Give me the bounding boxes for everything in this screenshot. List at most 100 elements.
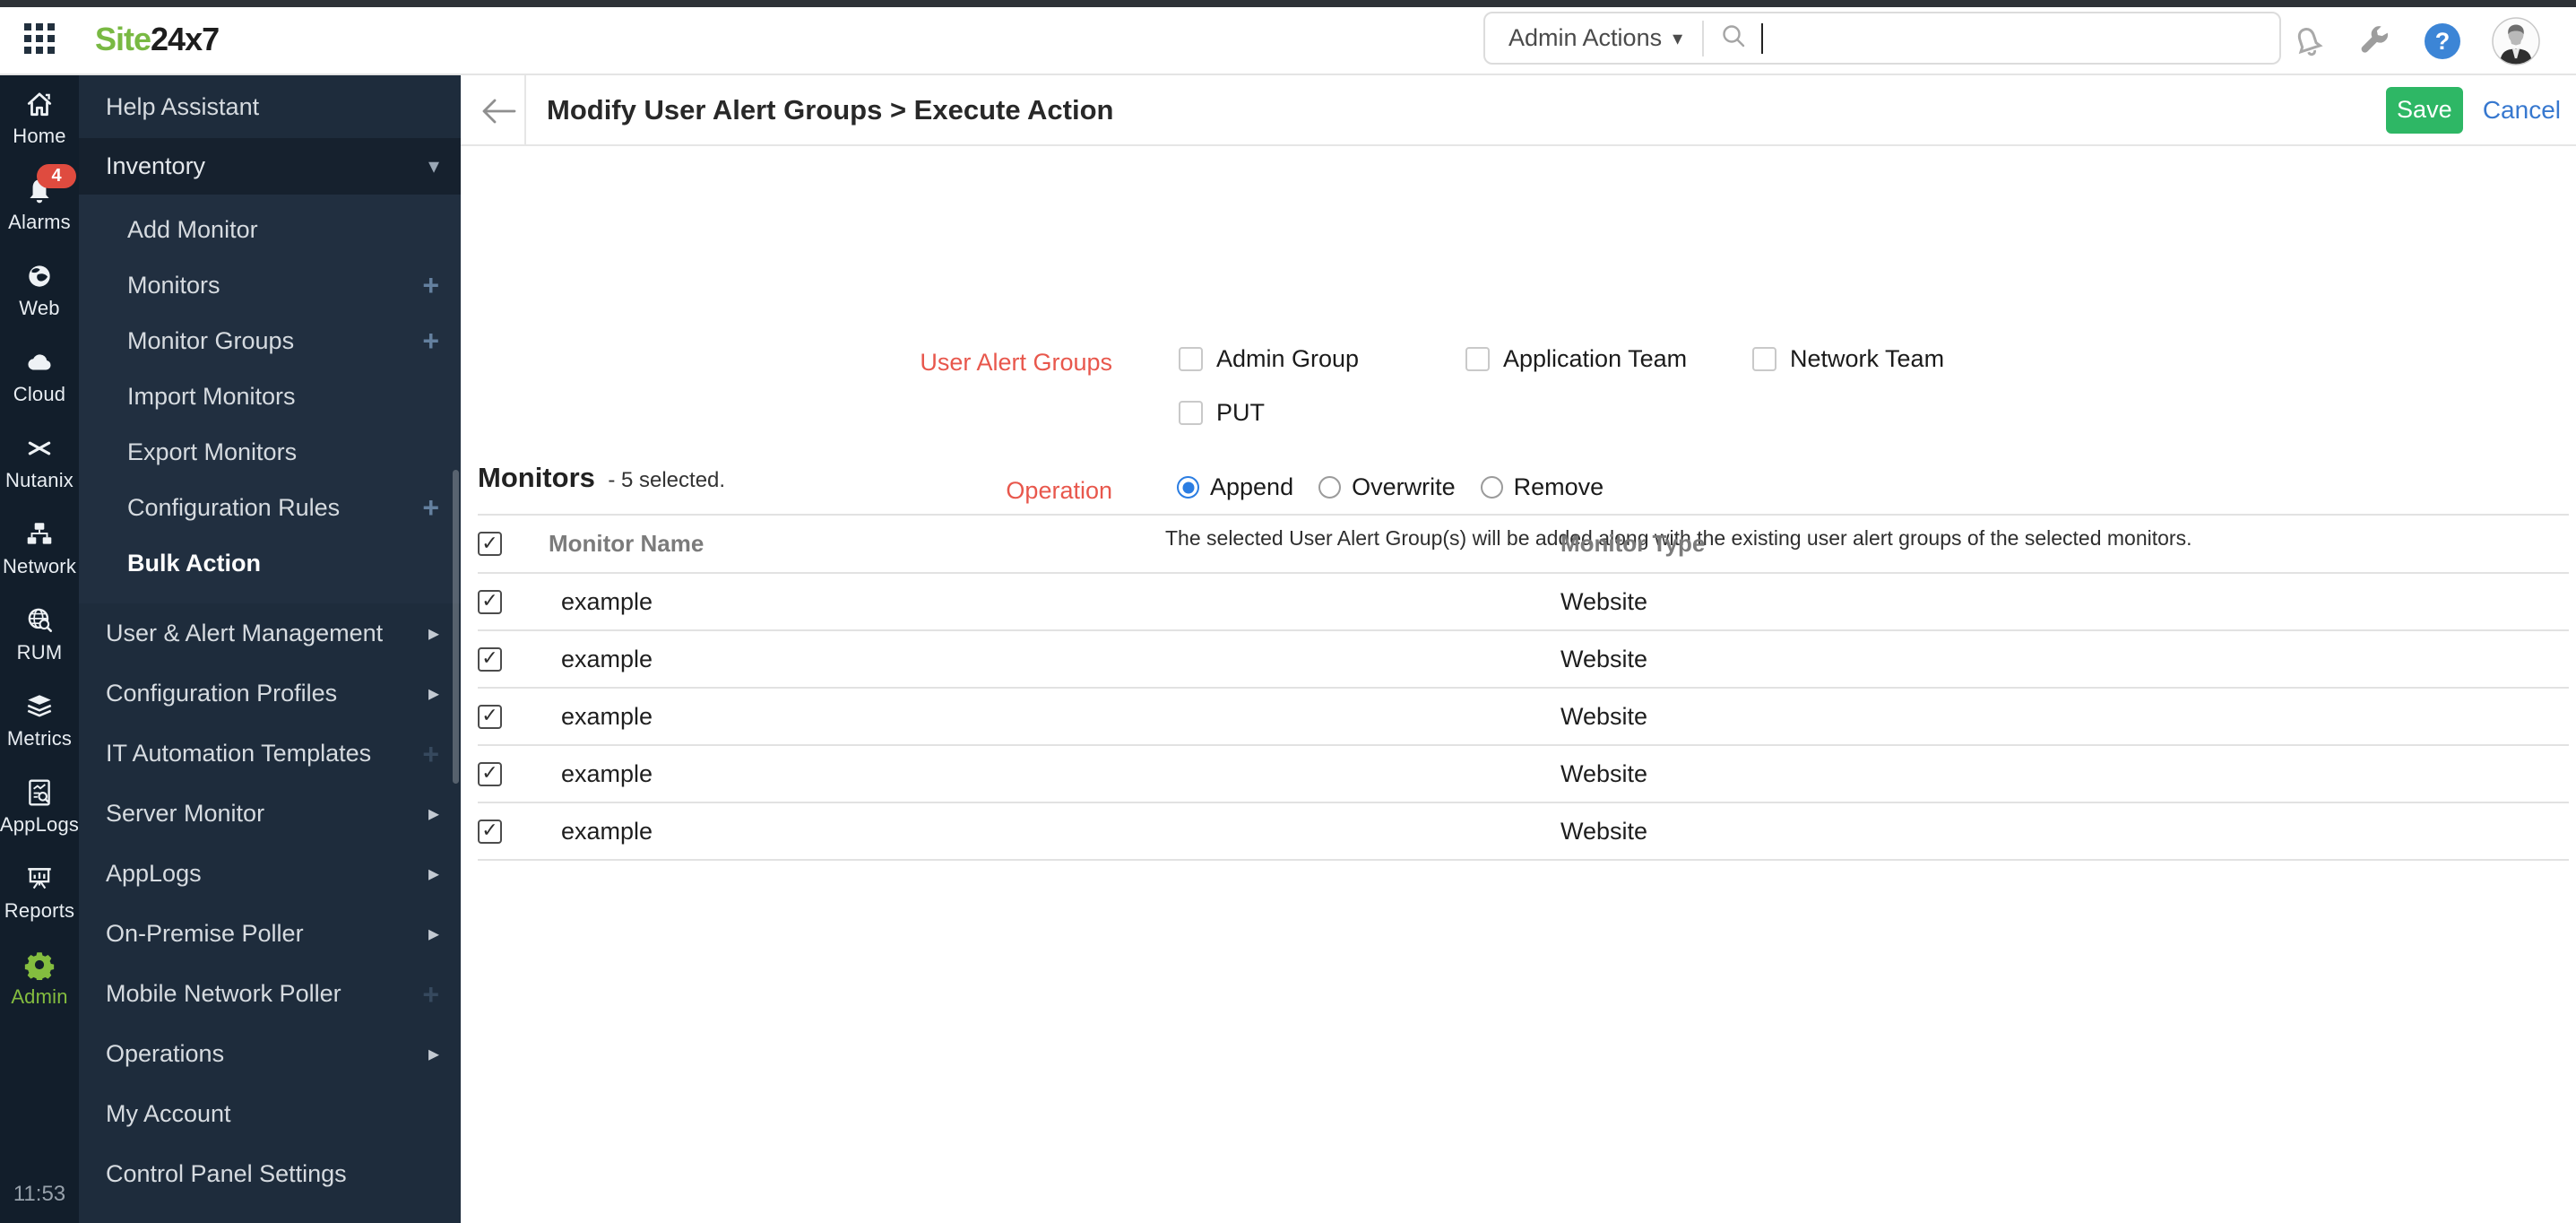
rail-item-applogs[interactable]: AppLogs <box>0 764 79 850</box>
rail-item-web[interactable]: Web <box>0 247 79 334</box>
check-icon: ✓ <box>481 531 498 554</box>
group-option-network-team[interactable]: ✓ Network Team <box>1752 345 1944 373</box>
sidebar-item-server-monitor[interactable]: Server Monitor ▸ <box>79 784 461 844</box>
sidebar-item-export-monitors[interactable]: Export Monitors <box>79 424 461 480</box>
rail-item-cloud[interactable]: Cloud <box>0 334 79 420</box>
table-row: ✓ example Website <box>478 746 2569 803</box>
sidebar-item-control-panel-settings[interactable]: Control Panel Settings <box>79 1144 461 1204</box>
admin-actions-dropdown[interactable]: Admin Actions ▾ <box>1485 24 1682 52</box>
sidebar-item-import-monitors[interactable]: Import Monitors <box>79 369 461 424</box>
sidebar-item-label: Monitors <box>127 271 220 299</box>
group-option-put[interactable]: ✓ PUT <box>1179 399 1265 427</box>
check-icon: ✓ <box>481 646 498 669</box>
operation-option-append[interactable]: Append <box>1177 473 1293 501</box>
chevron-right-icon: ▸ <box>428 1042 439 1066</box>
caret-down-icon: ▾ <box>428 154 439 178</box>
header-checkbox-cell: ✓ <box>478 532 549 556</box>
radio-overwrite[interactable] <box>1318 476 1342 499</box>
cancel-button[interactable]: Cancel <box>2483 96 2561 125</box>
app-grid-icon[interactable] <box>24 23 55 54</box>
rail-label: Web <box>19 297 60 319</box>
radio-append[interactable] <box>1177 476 1199 499</box>
user-alert-groups-options-row1: ✓ Admin Group ✓ Application Team ✓ Netwo… <box>1179 345 1944 373</box>
sidebar-item-on-premise-poller[interactable]: On-Premise Poller ▸ <box>79 904 461 964</box>
notifications-bell-icon[interactable] <box>2290 23 2326 59</box>
global-search-input[interactable] <box>1768 20 2279 56</box>
bulk-action-form: User Alert Groups ✓ Admin Group ✓ Applic… <box>461 146 2576 1221</box>
group-option-label: Admin Group <box>1216 345 1360 372</box>
sidebar-item-my-account[interactable]: My Account <box>79 1084 461 1144</box>
sidebar-item-it-automation-templates[interactable]: IT Automation Templates + <box>79 724 461 784</box>
site24x7-logo[interactable]: Site24x7 <box>95 21 220 58</box>
monitor-name-cell: example <box>561 702 653 730</box>
sidebar-item-inventory[interactable]: Inventory ▾ <box>79 138 461 195</box>
operation-option-label: Append <box>1210 473 1294 500</box>
checkbox-put[interactable]: ✓ <box>1179 401 1203 425</box>
sidebar-item-monitors[interactable]: Monitors + <box>79 257 461 313</box>
sidebar-item-mobile-network-poller[interactable]: Mobile Network Poller + <box>79 964 461 1024</box>
sidebar-item-subscriptions[interactable]: Subscriptions <box>79 1204 461 1223</box>
admin-actions-label: Admin Actions <box>1508 24 1663 51</box>
row-checkbox[interactable]: ✓ <box>478 704 502 729</box>
monitor-type-cell: Website <box>1560 587 1648 615</box>
row-checkbox[interactable]: ✓ <box>478 646 502 672</box>
topbar-icons: ? <box>2290 7 2540 75</box>
group-option-application-team[interactable]: ✓ Application Team <box>1465 345 1752 373</box>
rail-label: Home <box>13 125 66 147</box>
rail-item-alarms[interactable]: 4 Alarms <box>0 161 79 247</box>
plus-icon[interactable]: + <box>422 326 439 355</box>
sidebar-item-monitor-groups[interactable]: Monitor Groups + <box>79 313 461 369</box>
checkbox-network-team[interactable]: ✓ <box>1752 347 1776 371</box>
monitor-type-cell: Website <box>1560 817 1648 845</box>
sidebar-item-help-assistant[interactable]: Help Assistant <box>79 75 461 138</box>
monitor-name-cell: example <box>561 645 653 672</box>
user-avatar[interactable] <box>2492 17 2540 65</box>
rail-label: AppLogs <box>0 813 80 836</box>
rail-item-network[interactable]: Network <box>0 506 79 592</box>
operation-option-overwrite[interactable]: Overwrite <box>1318 473 1456 501</box>
plus-icon[interactable]: + <box>422 740 439 768</box>
plus-icon[interactable]: + <box>422 493 439 522</box>
logo-text-green: Site <box>95 21 151 57</box>
sidebar-scrollbar-thumb[interactable] <box>453 470 459 784</box>
rail-item-home[interactable]: Home <box>0 75 79 161</box>
plus-icon[interactable]: + <box>422 271 439 299</box>
help-icon[interactable]: ? <box>2425 23 2460 59</box>
sidebar-item-user-alert-management[interactable]: User & Alert Management ▸ <box>79 603 461 664</box>
rum-globe-search-icon <box>28 608 53 632</box>
topbar: Site24x7 Admin Actions ▾ ? <box>0 7 2576 75</box>
header-actions: Save Cancel <box>2385 75 2561 144</box>
checkbox-admin-group[interactable]: ✓ <box>1179 347 1203 371</box>
row-checkbox[interactable]: ✓ <box>478 761 502 786</box>
page-header: Modify User Alert Groups > Execute Actio… <box>461 75 2576 146</box>
network-topology-icon <box>27 523 52 544</box>
rail-label: Network <box>2 555 77 577</box>
rail-item-admin[interactable]: Admin <box>0 936 79 1022</box>
rail-label: Admin <box>11 985 68 1008</box>
group-option-admin-group[interactable]: ✓ Admin Group <box>1179 345 1465 373</box>
rail-item-metrics[interactable]: Metrics <box>0 678 79 764</box>
row-checkbox[interactable]: ✓ <box>478 589 502 614</box>
rail-item-nutanix[interactable]: Nutanix <box>0 420 79 506</box>
row-checkbox[interactable]: ✓ <box>478 819 502 844</box>
plus-icon[interactable]: + <box>422 980 439 1009</box>
sidebar-item-bulk-action[interactable]: Bulk Action <box>79 535 461 591</box>
rail-item-rum[interactable]: RUM <box>0 592 79 678</box>
operation-options-row: Append Overwrite Remove <box>1177 473 1629 501</box>
back-arrow-button[interactable] <box>479 93 518 129</box>
sidebar-item-label: Configuration Rules <box>127 493 341 521</box>
sidebar-item-label: Import Monitors <box>127 382 296 410</box>
select-all-checkbox[interactable]: ✓ <box>478 532 502 556</box>
sidebar-item-configuration-rules[interactable]: Configuration Rules + <box>79 480 461 535</box>
rail-item-reports[interactable]: Reports <box>0 850 79 936</box>
sidebar-item-applogs[interactable]: AppLogs ▸ <box>79 844 461 904</box>
tools-wrench-icon[interactable] <box>2357 23 2393 59</box>
save-button[interactable]: Save <box>2385 86 2463 134</box>
sidebar-item-operations[interactable]: Operations ▸ <box>79 1024 461 1084</box>
checkbox-application-team[interactable]: ✓ <box>1465 347 1490 371</box>
table-row: ✓ example Website <box>478 631 2569 689</box>
sidebar-item-add-monitor[interactable]: Add Monitor <box>79 202 461 257</box>
operation-option-remove[interactable]: Remove <box>1480 473 1604 501</box>
sidebar-item-configuration-profiles[interactable]: Configuration Profiles ▸ <box>79 664 461 724</box>
radio-remove[interactable] <box>1480 476 1503 499</box>
